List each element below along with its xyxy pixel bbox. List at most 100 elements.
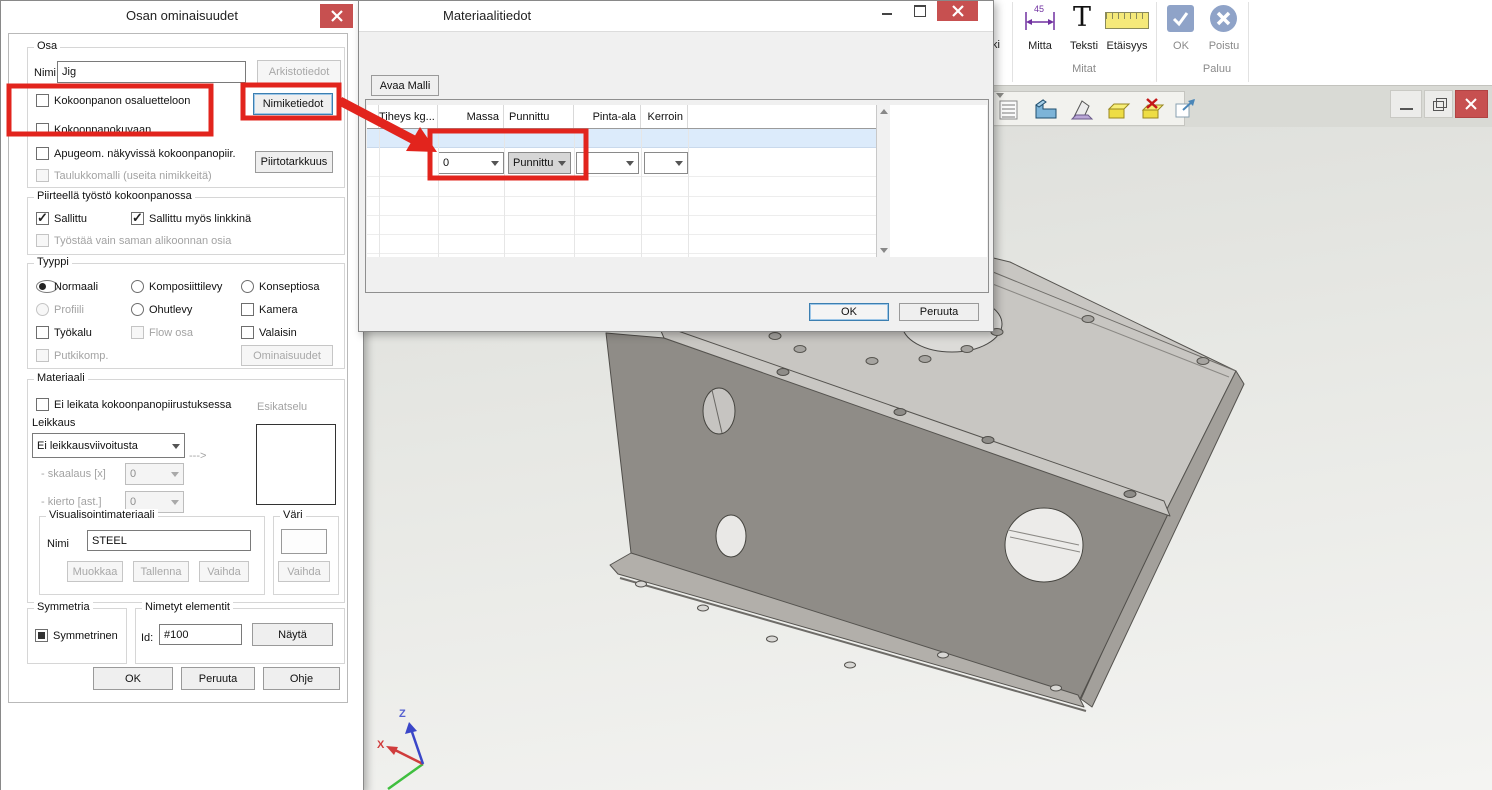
sheet-bend-icon[interactable] <box>1070 97 1096 123</box>
chevron-down-icon <box>675 161 683 166</box>
group-vari: Väri <box>273 516 339 595</box>
nimiketiedot-button[interactable]: Nimiketiedot <box>253 93 333 115</box>
leikkaus-label: Leikkaus <box>32 417 75 429</box>
piirtotarkkuus-button[interactable]: Piirtotarkkuus <box>255 151 333 173</box>
close-icon <box>330 9 344 23</box>
table-row-selected[interactable] <box>367 129 876 148</box>
dialog1-peruuta-button[interactable]: Peruuta <box>181 667 255 690</box>
sallittu-linkkina-checkbox[interactable] <box>131 212 144 225</box>
color-swatch[interactable] <box>281 529 327 554</box>
dialog1-close-button[interactable] <box>320 4 353 28</box>
valaisin-checkbox[interactable] <box>241 326 254 339</box>
scroll-up-icon[interactable] <box>880 109 888 114</box>
chevron-down-icon <box>491 161 499 166</box>
kamera-checkbox[interactable] <box>241 303 254 316</box>
muokkaa-button[interactable]: Muokkaa <box>67 561 123 582</box>
group-visualisointimateriaali: Visualisointimateriaali <box>39 516 265 595</box>
flow-osa-checkbox <box>131 326 144 339</box>
close-icon <box>951 4 965 18</box>
col-header-tiheys[interactable]: Tiheys kg... <box>379 105 438 129</box>
export-arrow-icon[interactable] <box>1173 97 1199 123</box>
tallenna-button[interactable]: Tallenna <box>133 561 189 582</box>
punnittu-dropdown[interactable]: Punnittu <box>508 152 571 174</box>
id-input[interactable] <box>159 624 242 645</box>
kokoonpanokuvaan-checkbox[interactable] <box>36 123 49 136</box>
dialog1-title: Osan ominaisuudet <box>1 8 363 23</box>
mdi-minimize-button[interactable] <box>1390 90 1422 118</box>
col-header-kerroin[interactable]: Kerroin <box>641 105 688 129</box>
scroll-down-icon[interactable] <box>880 248 888 253</box>
preview-box <box>256 424 336 505</box>
osan-ominaisuudet-dialog: Osan ominaisuudet Osa Nimi Arkistotiedot… <box>0 0 364 790</box>
ei-leikata-checkbox[interactable] <box>36 398 49 411</box>
tyokalu-checkbox[interactable] <box>36 326 49 339</box>
nayta-button[interactable]: Näytä <box>252 623 333 646</box>
mdi-restore-button[interactable] <box>1424 90 1453 118</box>
close-icon <box>1456 91 1487 117</box>
box-icon[interactable] <box>1106 97 1132 123</box>
material-table: Tiheys kg... Massa Punnittu Pinta-ala Ke… <box>367 105 987 257</box>
apugeom-checkbox[interactable] <box>36 147 49 160</box>
vaihda-vari-button[interactable]: Vaihda <box>278 561 330 582</box>
leikkaus-select[interactable]: Ei leikkausviivoitusta <box>32 433 185 458</box>
chevron-down-icon <box>171 472 179 477</box>
ribbon-poistu-button[interactable]: Poistu <box>1202 2 1246 54</box>
dialog1-ohje-button[interactable]: Ohje <box>263 667 340 690</box>
col-header-massa[interactable]: Massa <box>438 105 504 129</box>
solid-part-icon[interactable] <box>1033 97 1059 123</box>
mdi-close-button[interactable] <box>1455 90 1488 118</box>
ribbon-ok-button[interactable]: OK <box>1164 2 1198 54</box>
dialog2-peruuta-button[interactable]: Peruuta <box>899 303 979 321</box>
chevron-down-icon <box>172 444 180 449</box>
dialog2-minimize-button[interactable] <box>871 1 902 21</box>
nimi-input[interactable] <box>57 61 246 83</box>
teksti-button[interactable]: T Teksti <box>1064 2 1104 54</box>
chevron-down-icon[interactable] <box>996 93 1004 98</box>
col-header-pintaala[interactable]: Pinta-ala <box>574 105 641 129</box>
col-header-blank[interactable] <box>367 105 379 129</box>
kerroin-dropdown[interactable] <box>644 152 688 174</box>
mdi-toolbar <box>989 91 1185 126</box>
minimize-icon <box>882 13 892 15</box>
dialog2-titlebar[interactable]: Materiaalitiedot <box>359 1 993 32</box>
profiili-radio <box>36 303 49 316</box>
ohutlevy-radio[interactable] <box>131 303 144 316</box>
box-delete-icon[interactable] <box>1140 97 1166 123</box>
etaisyys-button[interactable]: Etäisyys <box>1102 2 1152 54</box>
komposiittilevy-radio[interactable] <box>131 280 144 293</box>
dialog2-maximize-button[interactable] <box>904 1 935 21</box>
sallittu-checkbox[interactable] <box>36 212 49 225</box>
col-header-punnittu[interactable]: Punnittu <box>504 105 574 129</box>
konseptiosa-radio[interactable] <box>241 280 254 293</box>
mitta-button[interactable]: 45 Mitta <box>1018 2 1062 54</box>
delete-circle-icon <box>1210 5 1237 32</box>
table-scrollbar[interactable] <box>876 105 890 257</box>
tyosta-vain-checkbox <box>36 234 49 247</box>
kokoonpanon-osaluetteloon-checkbox[interactable] <box>36 94 49 107</box>
pintaala-dropdown[interactable] <box>576 152 639 174</box>
chevron-down-icon <box>558 161 566 166</box>
ribbon-group-mitat: Mitat <box>1054 63 1114 75</box>
visualisointi-nimi-input[interactable] <box>87 530 251 551</box>
application-window: X Z ki 45 Mitta T Teksti Etäisyys <box>0 0 1492 790</box>
dialog2-close-button[interactable] <box>937 1 978 21</box>
vaihda-materiaali-button[interactable]: Vaihda <box>199 561 249 582</box>
dialog1-ok-button[interactable]: OK <box>93 667 173 690</box>
massa-dropdown[interactable]: 0 <box>438 152 504 174</box>
dialog2-title: Materiaalitiedot <box>443 8 531 23</box>
part-list-icon[interactable] <box>998 99 1020 121</box>
dialog1-titlebar[interactable]: Osan ominaisuudet <box>1 1 363 31</box>
skaalaus-select: 0 <box>125 463 184 485</box>
arkistotiedot-button[interactable]: Arkistotiedot <box>257 60 341 84</box>
dialog2-ok-button[interactable]: OK <box>809 303 889 321</box>
chevron-down-icon <box>626 161 634 166</box>
axis-z-label: Z <box>399 708 406 720</box>
preview-arrow-hint: ---> <box>189 450 206 462</box>
maximize-icon <box>914 5 926 17</box>
esikatselu-label: Esikatselu <box>257 401 307 413</box>
ribbon: ki 45 Mitta T Teksti Etäisyys Mitat <box>984 0 1492 87</box>
avaa-malli-button[interactable]: Avaa Malli <box>371 75 439 96</box>
ominaisuudet-button[interactable]: Ominaisuudet <box>241 345 333 366</box>
taulukkomalli-checkbox <box>36 169 49 182</box>
symmetrinen-checkbox[interactable] <box>35 629 48 642</box>
